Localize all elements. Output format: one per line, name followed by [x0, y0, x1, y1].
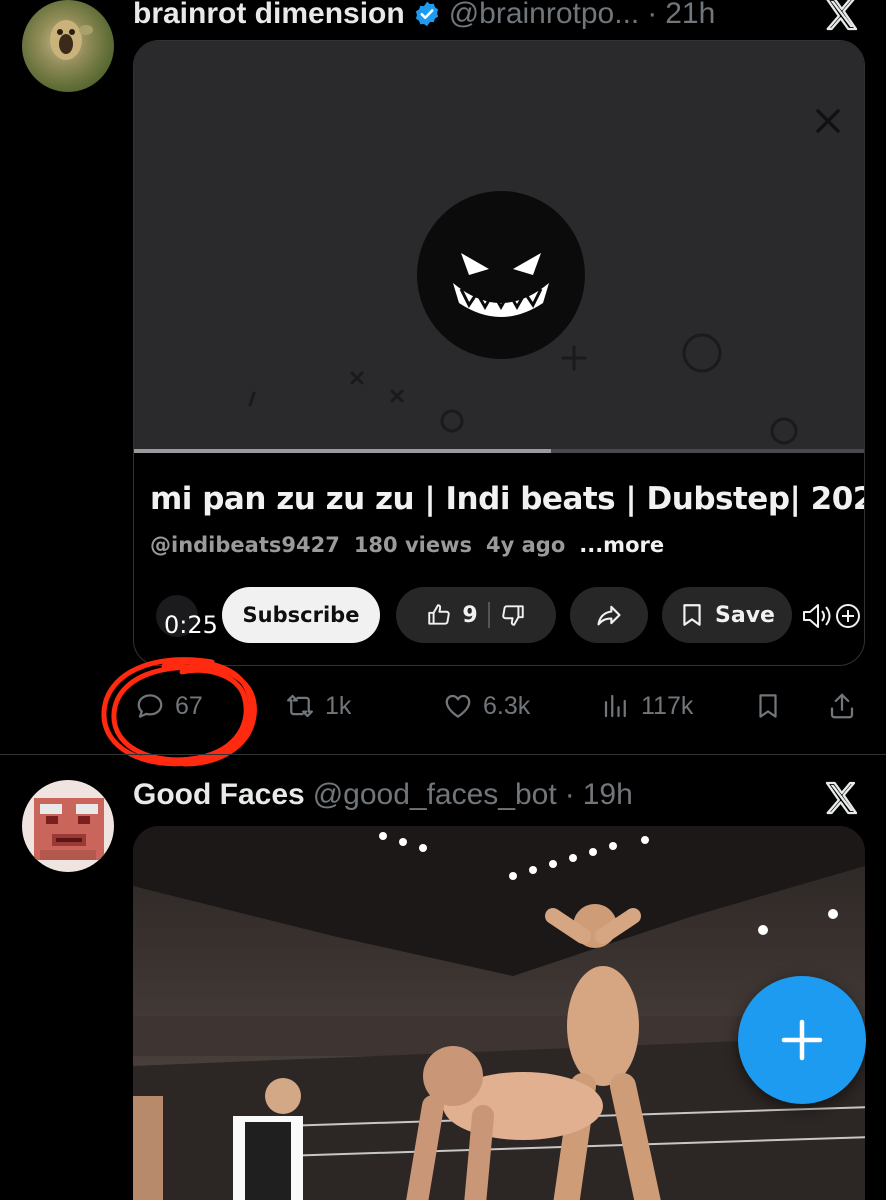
save-bookmark-icon — [683, 604, 701, 626]
x-logo-icon[interactable] — [822, 0, 862, 34]
channel-logo-demon — [417, 191, 585, 359]
display-name-2[interactable]: Good Faces — [133, 778, 305, 812]
repost-button[interactable]: 1k — [285, 684, 351, 728]
channel-handle[interactable]: @indibeats9427 — [150, 533, 340, 557]
thumbs-up-icon[interactable] — [426, 602, 452, 628]
handle-2[interactable]: @good_faces_bot — [313, 778, 557, 812]
more-link[interactable]: ...more — [579, 533, 664, 557]
display-name[interactable]: brainrot dimension — [133, 0, 405, 31]
pill-divider — [487, 602, 490, 628]
bookmark-icon — [759, 694, 777, 718]
video-title[interactable]: mi pan zu zu zu | Indi beats | Dubstep| … — [150, 481, 864, 517]
post-header-2: Good Faces @good_faces_bot · 19h — [133, 775, 633, 815]
like-count-tweet: 6.3k — [483, 691, 531, 720]
heart-icon — [445, 694, 471, 718]
video-actions-bar: 0:25 Subscribe 9 Save — [134, 587, 864, 643]
save-button[interactable]: Save — [662, 587, 792, 643]
avatar[interactable] — [22, 0, 114, 92]
video-progress-fill — [134, 449, 552, 453]
upload-age: 4y ago — [486, 533, 566, 557]
post-header: brainrot dimension @brainrotpo... · 21h — [133, 0, 715, 34]
video-meta: @indibeats9427 180 views 4y ago ...more — [150, 533, 664, 557]
avatar-good-faces[interactable] — [22, 780, 114, 872]
subscribe-label: Subscribe — [242, 603, 360, 627]
repost-icon — [287, 694, 313, 718]
video-progress-bar[interactable] — [134, 449, 864, 453]
post-divider — [0, 754, 886, 755]
close-icon[interactable] — [814, 107, 842, 135]
volume-icon[interactable] — [802, 601, 862, 631]
plus-icon — [781, 1019, 823, 1061]
video-share-button[interactable] — [570, 587, 648, 643]
post-time-2[interactable]: 19h — [583, 778, 633, 812]
repost-count: 1k — [325, 691, 352, 720]
x-logo-icon[interactable] — [822, 778, 862, 818]
separator: · — [647, 0, 658, 30]
youtube-embed-card[interactable]: mi pan zu zu zu | Indi beats | Dubstep| … — [133, 40, 865, 666]
view-count: 180 views — [353, 533, 472, 557]
save-label: Save — [715, 602, 775, 628]
post-time[interactable]: 21h — [665, 0, 715, 31]
video-timestamp: 0:25 — [164, 611, 218, 639]
like-count: 9 — [462, 602, 478, 628]
video-frame[interactable] — [134, 41, 864, 453]
bookmark-button[interactable] — [753, 684, 783, 728]
views-bar-icon — [604, 694, 626, 718]
handle[interactable]: @brainrotpo... — [449, 0, 640, 31]
like-dislike-pill[interactable]: 9 — [396, 587, 556, 643]
share-button[interactable] — [827, 684, 857, 728]
post-brainrot-dimension[interactable]: brainrot dimension @brainrotpo... · 21h — [0, 0, 886, 767]
separator-2: · — [564, 778, 575, 811]
subscribe-button[interactable]: Subscribe — [222, 587, 380, 643]
thumbs-down-icon[interactable] — [500, 602, 526, 628]
views-button[interactable]: 117k — [601, 684, 693, 728]
verified-badge-icon — [415, 1, 438, 27]
share-upload-icon — [830, 693, 854, 719]
timeline: brainrot dimension @brainrotpo... · 21h — [0, 0, 886, 1200]
view-count-tweet: 117k — [641, 691, 694, 720]
compose-post-button[interactable] — [738, 976, 866, 1104]
like-button[interactable]: 6.3k — [443, 684, 530, 728]
share-arrow-icon — [597, 605, 621, 626]
red-circle-annotation — [101, 657, 257, 767]
